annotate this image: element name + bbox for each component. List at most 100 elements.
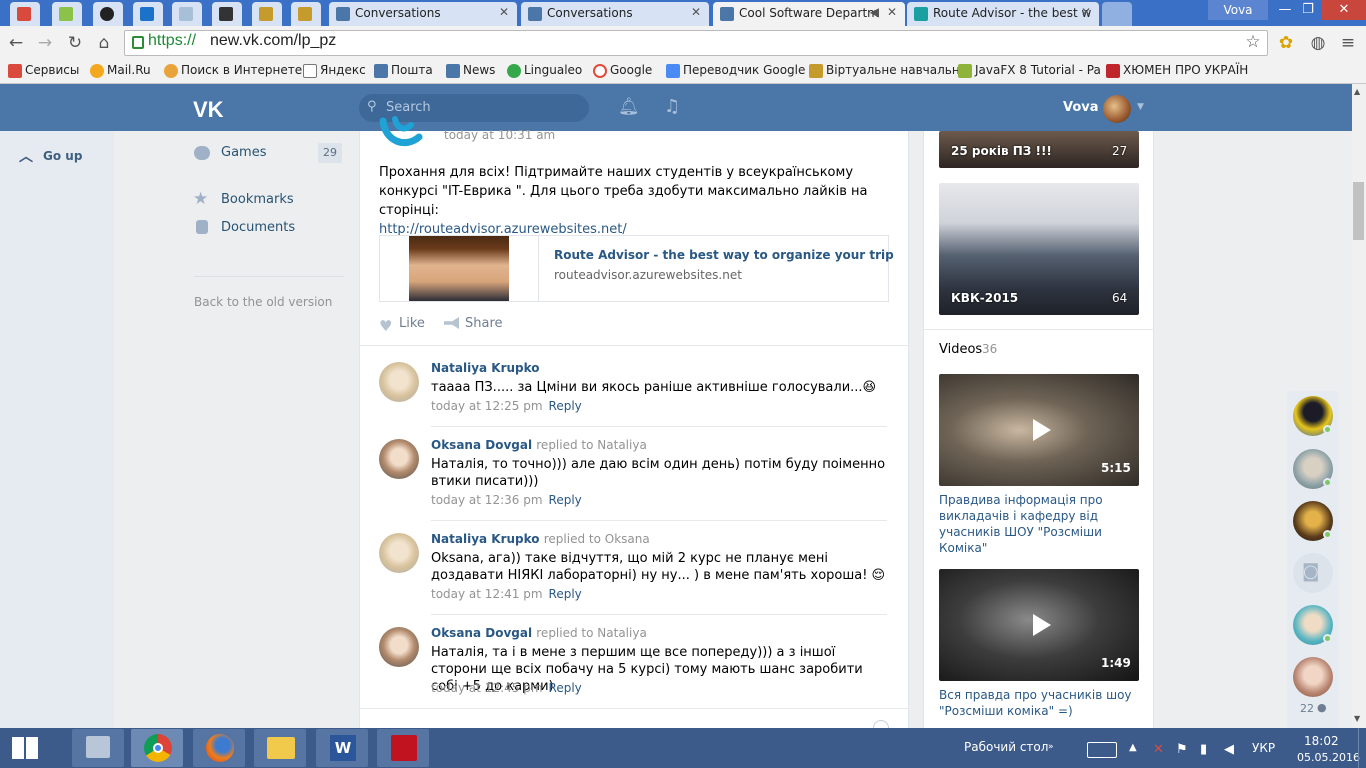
snippet-image[interactable] <box>409 236 509 301</box>
music-icon[interactable]: ♫ <box>664 96 680 117</box>
taskbar-chrome[interactable] <box>131 729 183 767</box>
taskbar-word[interactable]: W <box>316 729 368 767</box>
scroll-down-icon[interactable]: ▼ <box>1354 714 1360 723</box>
reply-link[interactable]: Reply <box>549 681 582 695</box>
tab-cool-software-department[interactable]: Cool Software Departm ◀ ✕ <box>713 2 905 26</box>
bell-icon[interactable]: 🔔︎ <box>618 97 640 117</box>
bookmark-mailru[interactable]: Mail.Ru <box>90 63 151 78</box>
network-error-icon[interactable]: ✕ <box>1153 742 1164 757</box>
forward-arrow-icon[interactable]: → <box>35 33 55 53</box>
volume-icon[interactable]: ◀ <box>1224 742 1234 757</box>
tab-conversations-1[interactable]: Conversations ✕ <box>329 2 517 26</box>
old-version-link[interactable]: Back to the old version <box>194 295 332 309</box>
reply-link[interactable]: Reply <box>549 493 582 507</box>
avatar[interactable] <box>379 533 419 573</box>
comment-meta: today at 12:41 pm Reply <box>431 587 582 601</box>
flag-icon[interactable]: ⚑ <box>1176 742 1188 757</box>
reply-link[interactable]: Reply <box>549 399 582 413</box>
user-name[interactable]: Vova <box>1063 100 1099 115</box>
show-desktop-button[interactable] <box>1358 728 1366 768</box>
avatar[interactable] <box>379 627 419 667</box>
close-tab-icon[interactable]: ✕ <box>1081 5 1091 19</box>
bookmark-news[interactable]: News <box>446 63 495 78</box>
comment-author[interactable]: Oksana Dovgal replied to Nataliya <box>431 626 647 640</box>
bookmark-star-icon[interactable]: ☆ <box>1243 32 1263 52</box>
back-arrow-icon[interactable]: ← <box>6 33 26 53</box>
reply-link[interactable]: Reply <box>549 587 582 601</box>
pinned-tab-trello[interactable] <box>133 2 163 26</box>
chat-online-count[interactable]: 22 <box>1300 702 1314 715</box>
show-hidden-icons[interactable]: ▲ <box>1129 742 1137 753</box>
home-icon[interactable]: ⌂ <box>94 33 114 53</box>
snippet-title[interactable]: Route Advisor - the best way to organize… <box>554 248 894 262</box>
nav-documents[interactable]: Documents <box>221 220 295 235</box>
bookmark-yandex[interactable]: Яндекс <box>303 63 366 78</box>
bookmark-virtual-learning[interactable]: Віртуальне навчальн <box>809 63 960 78</box>
post-time[interactable]: today at 10:31 am <box>444 128 555 142</box>
restore-icon[interactable]: ❐ <box>1293 2 1323 17</box>
scrollbar[interactable] <box>1352 84 1366 728</box>
clock-time[interactable]: 18:02 <box>1304 734 1339 748</box>
bookmark-javafx[interactable]: JavaFX 8 Tutorial - Pa <box>958 63 1101 78</box>
windows-start-icon[interactable] <box>12 737 38 759</box>
bookmark-lingualeo[interactable]: Lingualeo <box>507 63 582 78</box>
bookmark-google-translate[interactable]: Переводчик Google <box>666 63 805 78</box>
pinned-tab-moodle-2[interactable] <box>291 2 321 26</box>
community-logo[interactable] <box>379 115 425 153</box>
chevron-right-icon[interactable]: » <box>1048 742 1054 752</box>
chat-avatar[interactable] <box>1293 657 1333 697</box>
clock-date[interactable]: 05.05.2016 <box>1297 751 1360 764</box>
play-icon[interactable] <box>1033 614 1051 636</box>
comment-author[interactable]: Oksana Dovgal replied to Nataliya <box>431 438 647 452</box>
close-tab-icon[interactable]: ✕ <box>887 5 897 19</box>
bookmark-internet-search[interactable]: Поиск в Интернете <box>164 63 302 78</box>
pinned-tab-gmail[interactable] <box>10 2 40 26</box>
pinned-tab-android[interactable] <box>52 2 82 26</box>
chrome-menu-icon[interactable]: ≡ <box>1338 33 1358 53</box>
taskbar-app[interactable] <box>72 729 124 767</box>
close-tab-icon[interactable]: ✕ <box>499 5 509 19</box>
reload-icon[interactable]: ↻ <box>65 33 85 53</box>
window-close-icon[interactable]: ✕ <box>1322 0 1366 20</box>
avatar[interactable] <box>1103 95 1131 123</box>
video-title[interactable]: Правдива інформація про викладачів і каф… <box>939 492 1139 556</box>
tab-conversations-2[interactable]: Conversations ✕ <box>521 2 709 26</box>
chrome-profile-user[interactable]: Vova <box>1208 0 1268 20</box>
close-tab-icon[interactable]: ✕ <box>691 5 701 19</box>
nav-games[interactable]: Games <box>221 145 266 160</box>
video-title[interactable]: Вся правда про учасників шоу "Розсміши к… <box>939 687 1139 719</box>
keyboard-icon[interactable] <box>1087 742 1117 758</box>
nav-bookmarks[interactable]: Bookmarks <box>221 192 294 207</box>
taskbar-acrobat[interactable] <box>377 729 429 767</box>
taskbar-explorer[interactable] <box>254 729 306 767</box>
desktop-toolbar-label[interactable]: Рабочий стол <box>964 740 1048 754</box>
avatar[interactable] <box>379 362 419 402</box>
taskbar-firefox[interactable] <box>193 729 245 767</box>
comment-author[interactable]: Nataliya Krupko <box>431 361 540 375</box>
videos-heading[interactable]: Videos <box>939 342 982 357</box>
avatar[interactable] <box>379 439 419 479</box>
go-up-panel[interactable] <box>0 131 114 728</box>
bookmark-services[interactable]: Сервисы <box>8 63 79 78</box>
play-icon[interactable] <box>1033 419 1051 441</box>
scrollbar-thumb[interactable] <box>1353 182 1364 240</box>
pinned-tab-h[interactable] <box>172 2 202 26</box>
pinned-tab-penguin[interactable] <box>212 2 242 26</box>
share-button[interactable]: Share <box>445 316 503 331</box>
chevron-down-icon[interactable]: ▼ <box>1137 102 1144 112</box>
bookmark-mail[interactable]: Пошта <box>374 63 433 78</box>
extension-icon[interactable]: ✿ <box>1276 33 1296 53</box>
keyboard-language[interactable]: УКР <box>1252 741 1275 755</box>
pinned-tab-moodle[interactable] <box>252 2 282 26</box>
scroll-up-icon[interactable]: ▲ <box>1354 87 1360 96</box>
battery-icon[interactable]: ▮ <box>1200 742 1207 757</box>
pinned-tab-github[interactable] <box>93 2 123 26</box>
bookmark-google[interactable]: Google <box>593 63 652 78</box>
vk-logo[interactable]: VK <box>193 97 224 123</box>
tab-route-advisor[interactable]: Route Advisor - the best w ✕ <box>907 2 1099 26</box>
extension-2-icon[interactable]: ◍ <box>1308 33 1328 53</box>
bookmark-humen[interactable]: ХЮМЕН ПРО УКРАЇН <box>1106 63 1248 78</box>
like-button[interactable]: Like <box>379 316 425 331</box>
comment-author[interactable]: Nataliya Krupko replied to Oksana <box>431 532 650 546</box>
new-tab-button[interactable] <box>1102 2 1132 26</box>
